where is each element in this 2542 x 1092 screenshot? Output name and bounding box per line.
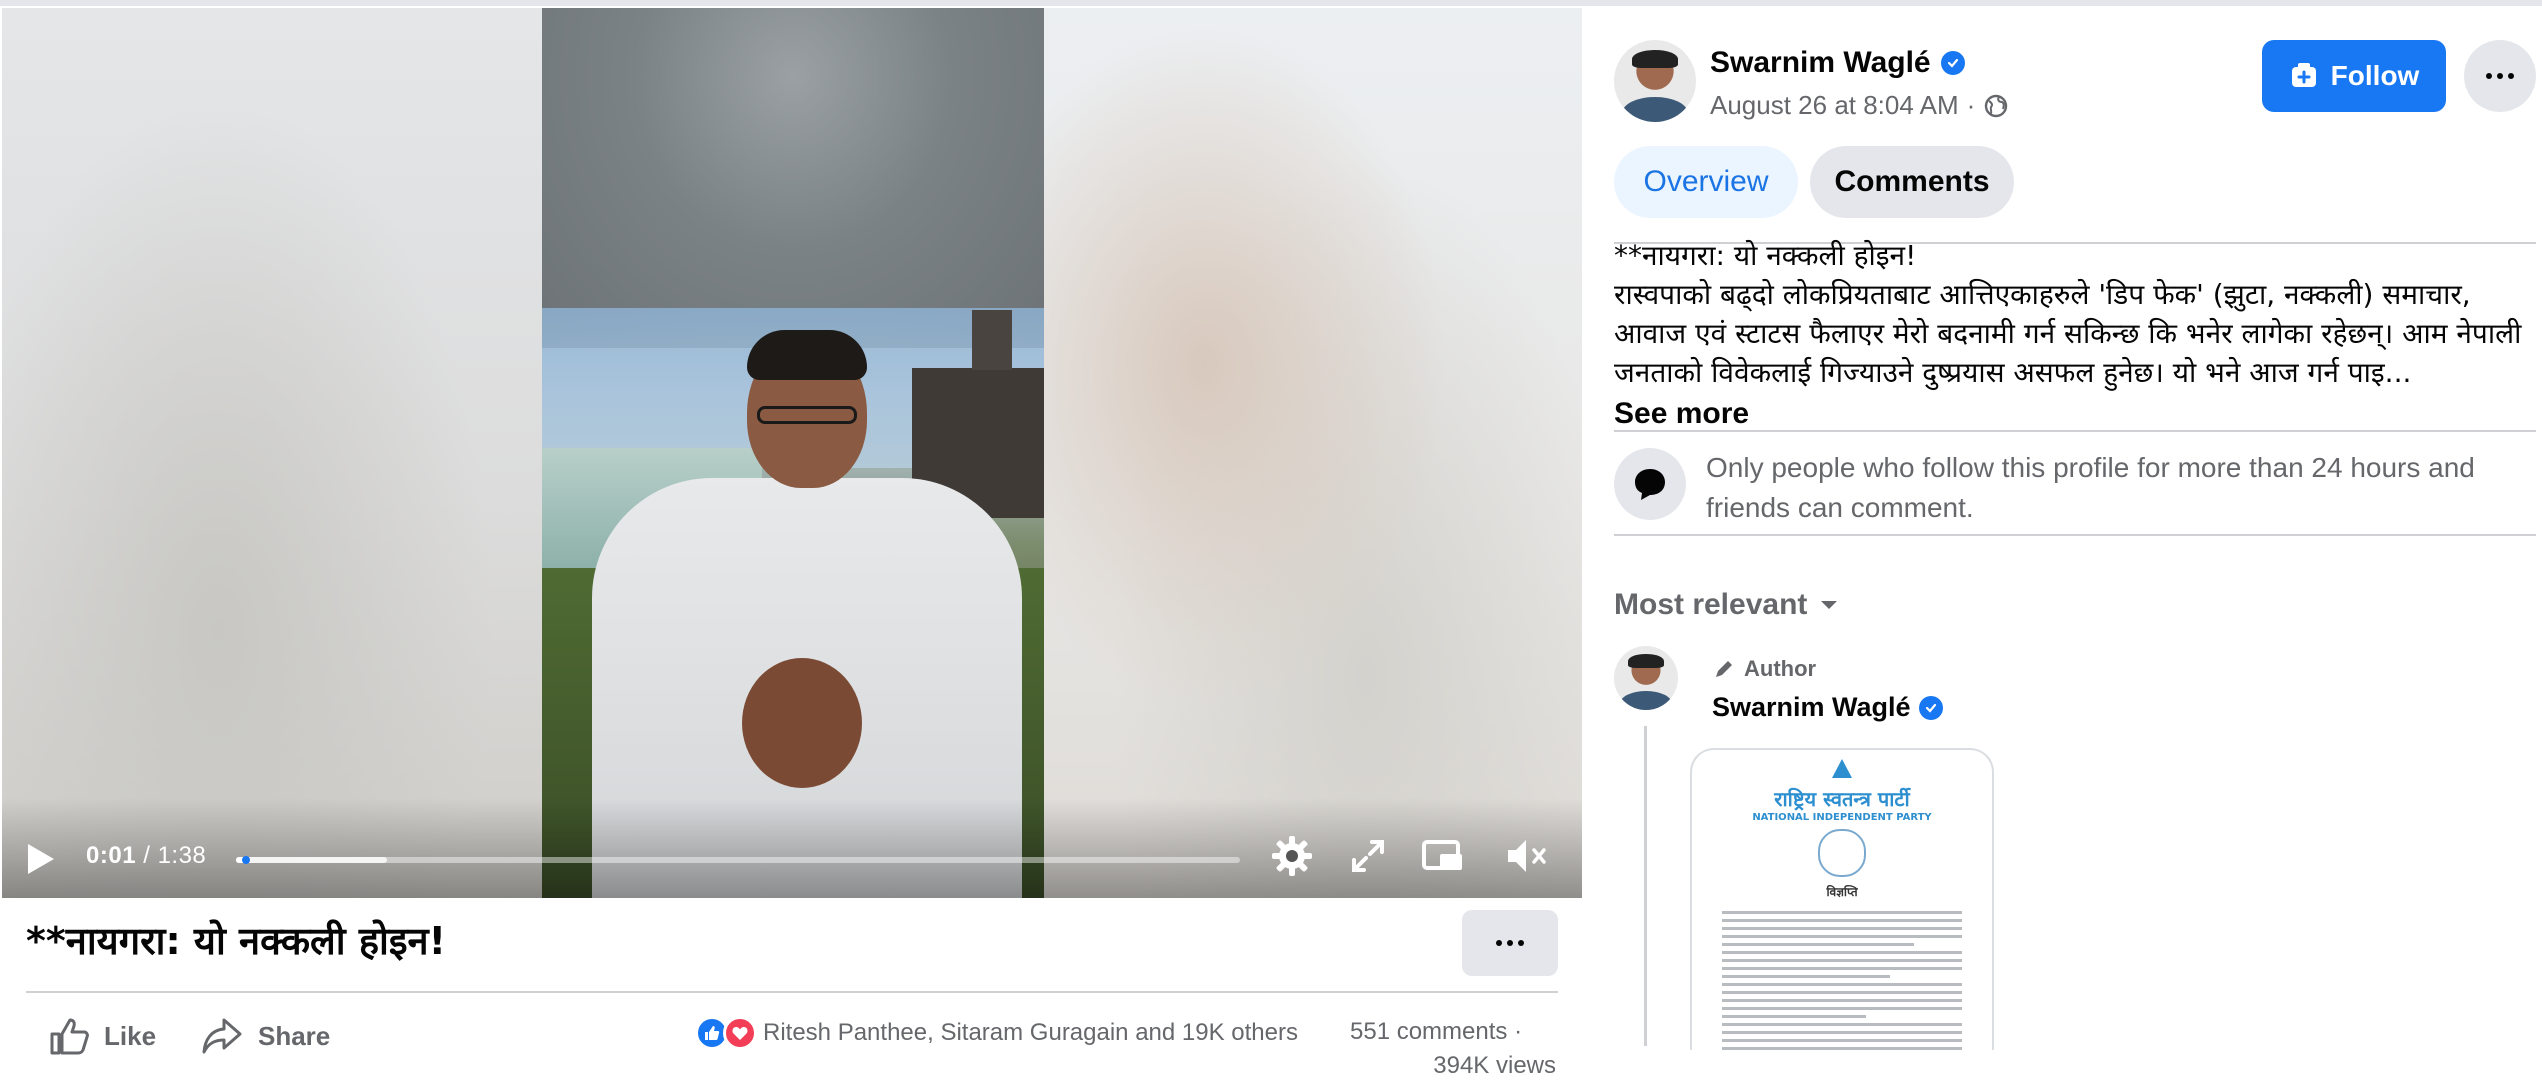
- divider: [1614, 430, 2536, 432]
- sort-label: Most relevant: [1614, 588, 1808, 621]
- share-button[interactable]: Share: [200, 1016, 330, 1056]
- verified-badge-icon: [1940, 51, 1965, 75]
- picture-in-picture-icon[interactable]: [1420, 834, 1464, 878]
- settings-gear-icon[interactable]: [1270, 834, 1314, 878]
- video-controls-bar: [2, 798, 1582, 898]
- post-options-button[interactable]: [1462, 910, 1558, 976]
- progress-scrubber[interactable]: [242, 856, 251, 864]
- comments-count[interactable]: 551 comments: [1350, 1018, 1507, 1045]
- video-blur-left: [2, 8, 542, 898]
- commenter-avatar[interactable]: [1614, 646, 1678, 710]
- video-frame: [542, 8, 1044, 898]
- pen-icon: [1716, 661, 1732, 677]
- caret-down-icon: [1821, 601, 1838, 609]
- video-progress-bar[interactable]: [236, 856, 1240, 864]
- comment-bubble-icon: [1614, 448, 1686, 520]
- stats-separator: ·: [1514, 1018, 1523, 1045]
- post-date-text[interactable]: August 26 at 8:04 AM: [1710, 90, 1959, 121]
- video-time: 0:01 / 1:38: [86, 842, 206, 870]
- love-reaction-icon: [723, 1016, 757, 1050]
- fullscreen-icon[interactable]: [1346, 834, 1390, 878]
- muted-speaker-icon[interactable]: [1504, 834, 1548, 878]
- date-separator: ·: [1966, 90, 1976, 120]
- author-tag-label: Author: [1744, 656, 1817, 681]
- comment-image-attachment[interactable]: राष्ट्रिय स्वतन्त्र पार्टी NATIONAL INDE…: [1690, 748, 1994, 1050]
- duration: 1:38: [157, 842, 207, 869]
- author-name-text[interactable]: Swarnim Waglé: [1710, 46, 1931, 80]
- video-panel: 0:01 / 1:38 **नायगरा: यो नक्कली होइन! Li…: [0, 6, 1582, 1092]
- doc-heading: विज्ञप्ति: [1826, 885, 1858, 899]
- caption-line-1: **नायगरा: यो नक्कली होइन!: [1614, 239, 1917, 272]
- post-stats: 551 comments ·: [1350, 1018, 1522, 1046]
- follow-plus-icon: [2291, 63, 2316, 87]
- doc-title: राष्ट्रिय स्वतन्त्र पार्टी: [1774, 787, 1910, 811]
- party-seal-icon: [1818, 829, 1866, 877]
- author-badge: Author: [1712, 656, 1816, 682]
- current-time: 0:01: [86, 842, 137, 869]
- caption-body: रास्वपाको बढ्दो लोकप्रियताबाट आत्तिएकाहर…: [1614, 278, 2522, 389]
- progress-buffer: [236, 857, 387, 863]
- doc-text-lines: [1692, 900, 1992, 1050]
- person-glasses: [757, 406, 857, 424]
- video-player[interactable]: 0:01 / 1:38: [2, 8, 1582, 898]
- video-blur-right: [1042, 8, 1582, 898]
- more-dots-icon: [2486, 73, 2514, 79]
- verified-badge-icon: [1918, 695, 1943, 720]
- like-button[interactable]: Like: [48, 1016, 156, 1056]
- comment-restriction-notice: Only people who follow this profile for …: [1614, 448, 2536, 528]
- post-sidebar: Swarnim Waglé August 26 at 8:04 AM · Fol…: [1582, 6, 2542, 1092]
- time-separator: /: [143, 842, 151, 869]
- like-thumb-icon: [50, 1018, 89, 1055]
- divider: [1614, 534, 2536, 536]
- comment-author-name[interactable]: Swarnim Waglé: [1712, 692, 1943, 723]
- tab-overview[interactable]: Overview: [1614, 146, 1798, 218]
- notice-text: Only people who follow this profile for …: [1706, 452, 2475, 523]
- caption-text-clip: **नायगरा: यो नक्कली होइन! रास्वपाको बढ्द…: [1614, 236, 2530, 392]
- see-more-link[interactable]: See more: [1614, 394, 2530, 433]
- reactors-text[interactable]: Ritesh Panthee, Sitaram Guragain and 19K…: [763, 1019, 1298, 1047]
- profile-options-button[interactable]: [2464, 40, 2536, 112]
- person-hair: [747, 330, 867, 380]
- globe-icon: [1985, 94, 2008, 117]
- thread-line: [1644, 726, 1647, 1046]
- post-date[interactable]: August 26 at 8:04 AM ·: [1710, 90, 2009, 121]
- follow-button[interactable]: Follow: [2262, 40, 2446, 112]
- divider: [26, 991, 1558, 993]
- comment-author-text[interactable]: Swarnim Waglé: [1712, 692, 1911, 723]
- scene-sky: [542, 8, 1044, 348]
- person-hands: [742, 658, 862, 788]
- share-label: Share: [258, 1020, 331, 1051]
- author-avatar[interactable]: [1614, 40, 1696, 122]
- play-icon[interactable]: [28, 844, 54, 874]
- share-arrow-icon: [202, 1018, 242, 1054]
- author-name[interactable]: Swarnim Waglé: [1710, 46, 1965, 80]
- follow-label: Follow: [2330, 60, 2420, 91]
- post-title: **नायगरा: यो नक्कली होइन!: [26, 919, 446, 963]
- tab-comments[interactable]: Comments: [1810, 146, 2014, 218]
- post-caption: **नायगरा: यो नक्कली होइन! रास्वपाको बढ्द…: [1614, 236, 2530, 433]
- views-count: 394K views: [1433, 1052, 1556, 1079]
- doc-subtitle: NATIONAL INDEPENDENT PARTY: [1752, 812, 1932, 823]
- like-label: Like: [104, 1020, 157, 1051]
- more-dots-icon: [1496, 940, 1524, 946]
- reactions-summary[interactable]: Ritesh Panthee, Sitaram Guragain and 19K…: [695, 1016, 1298, 1050]
- comment-sort-dropdown[interactable]: Most relevant: [1614, 588, 1839, 622]
- party-logo-icon: [1692, 750, 1992, 785]
